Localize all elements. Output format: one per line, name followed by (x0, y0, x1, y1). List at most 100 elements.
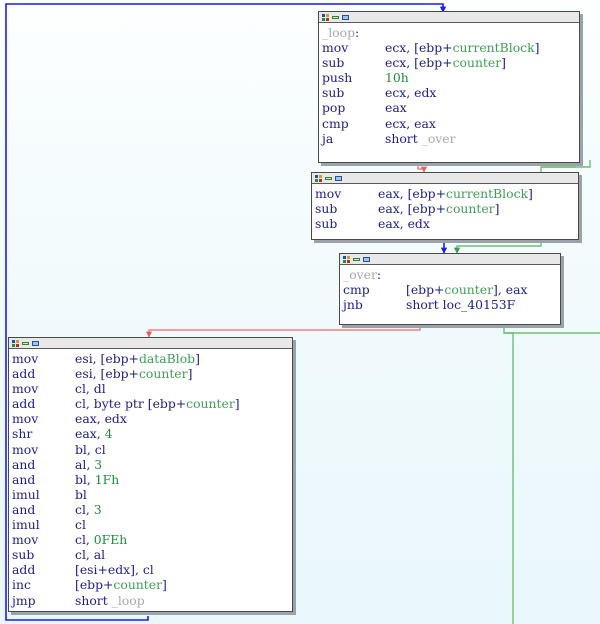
asm-line[interactable]: add [esi+edx], cl (12, 562, 292, 577)
asm-operand-var: currentBlock (452, 40, 535, 56)
asm-mnemonic: sub (315, 201, 338, 217)
asm-line[interactable]: shr eax, 4 (12, 426, 292, 441)
asm-operand-op: bl, cl (75, 441, 106, 457)
asm-mnemonic: shr (12, 426, 33, 442)
asm-mnemonic: ja (322, 130, 334, 146)
asm-operand-op: ] (501, 55, 507, 71)
asm-operand-op: ] (494, 201, 500, 217)
asm-operand-op: cl, byte ptr [ebp+ (75, 396, 187, 412)
node-code: mov esi, [ebp+dataBlob] add esi, [ebp+count… (9, 349, 292, 611)
asm-line[interactable]: jmp short _loop (12, 593, 292, 608)
asm-operand-num: 4 (104, 426, 113, 442)
graph-overview-icon[interactable] (12, 339, 19, 347)
asm-operand-var: counter (444, 282, 494, 298)
asm-line[interactable]: mov eax, [ebp+currentBlock] (315, 186, 578, 201)
asm-operand-var: currentBlock (446, 186, 529, 201)
asm-line[interactable]: sub cl, al (12, 547, 292, 562)
asm-mnemonic: sub (315, 216, 338, 232)
asm-mnemonic: sub (322, 55, 345, 71)
node-collapse-icon[interactable] (22, 340, 29, 347)
asm-operand-var: dataBlob (138, 351, 196, 366)
basic-block-loop[interactable]: _loop: mov ecx, [ebp+currentBlock] sub ecx, … (318, 11, 580, 163)
asm-operand-op: eax, [ebp+ (378, 186, 446, 201)
asm-line[interactable]: _loop: (322, 25, 579, 40)
node-titlebar[interactable] (9, 338, 292, 349)
asm-line[interactable]: push 10h (322, 70, 579, 85)
asm-line[interactable]: imul cl (12, 517, 292, 532)
asm-operand-op: cl, (75, 501, 94, 517)
asm-line[interactable]: add esi, [ebp+counter] (12, 366, 292, 381)
asm-label: _over (343, 267, 377, 282)
graph-overview-icon[interactable] (343, 255, 350, 263)
asm-line[interactable]: cmp ecx, eax (322, 116, 579, 131)
asm-line[interactable]: add cl, byte ptr [ebp+counter] (12, 396, 292, 411)
asm-line[interactable]: jnb short loc_40153F (343, 297, 560, 312)
node-code: mov eax, [ebp+currentBlock] sub eax, [ebp+c… (312, 184, 578, 234)
asm-operand-op: cl, al (75, 547, 106, 563)
node-titlebar[interactable] (312, 173, 578, 184)
graph-overview-icon[interactable] (315, 174, 322, 182)
asm-operand-op: short (385, 130, 422, 146)
asm-line[interactable]: imul bl (12, 487, 292, 502)
asm-mnemonic: jmp (12, 592, 36, 608)
asm-operand-op: cl (75, 517, 86, 533)
graph-overview-icon[interactable] (322, 13, 329, 21)
asm-operand-op: [ebp+ (406, 282, 445, 298)
asm-line[interactable]: _over: (343, 267, 560, 282)
asm-operand-tgt[interactable]: _over (422, 131, 456, 146)
asm-line[interactable]: mov cl, dl (12, 381, 292, 396)
node-titlebar[interactable] (340, 254, 560, 265)
asm-line[interactable]: and al, 3 (12, 457, 292, 472)
asm-line[interactable]: mov esi, [ebp+dataBlob] (12, 351, 292, 366)
node-properties-icon[interactable] (32, 340, 39, 347)
node-collapse-icon[interactable] (325, 175, 332, 182)
asm-line[interactable]: mov ecx, [ebp+currentBlock] (322, 40, 579, 55)
asm-line[interactable]: sub ecx, edx (322, 85, 579, 100)
asm-operand-op: ecx, [ebp+ (385, 55, 453, 71)
node-properties-icon[interactable] (342, 14, 349, 21)
asm-operand-var: counter (452, 55, 502, 71)
asm-line[interactable]: pop eax (322, 100, 579, 115)
asm-line[interactable]: and bl, 1Fh (12, 472, 292, 487)
node-properties-icon[interactable] (335, 175, 342, 182)
asm-line[interactable]: mov bl, cl (12, 442, 292, 457)
asm-operand-op: ecx, edx (385, 85, 437, 101)
asm-line[interactable]: ja short _over (322, 131, 579, 146)
asm-mnemonic: mov (12, 381, 39, 397)
asm-mnemonic: and (12, 501, 36, 517)
asm-operand-op: eax, edx (378, 216, 430, 232)
basic-block-decrypt-body[interactable]: mov esi, [ebp+dataBlob] add esi, [ebp+count… (8, 337, 293, 612)
asm-operand-num: 10h (385, 70, 409, 86)
asm-mnemonic: mov (12, 532, 39, 548)
asm-operand-op: eax (385, 100, 407, 116)
asm-operand-var: counter (446, 201, 495, 217)
asm-line[interactable]: inc [ebp+counter] (12, 577, 292, 592)
asm-operand-op: eax, [ebp+ (378, 201, 446, 217)
asm-line[interactable]: sub eax, [ebp+counter] (315, 201, 578, 216)
node-collapse-icon[interactable] (353, 256, 360, 263)
asm-mnemonic: add (12, 396, 36, 412)
asm-line[interactable]: cmp [ebp+counter], eax (343, 282, 560, 297)
node-collapse-icon[interactable] (332, 14, 339, 21)
asm-line[interactable]: mov cl, 0FEh (12, 532, 292, 547)
asm-operand-op: ] (528, 186, 533, 201)
asm-operand-num: 3 (93, 501, 102, 517)
asm-line[interactable]: sub eax, edx (315, 216, 578, 231)
asm-line[interactable]: mov eax, edx (12, 411, 292, 426)
edge-loop-to-sub (417, 163, 428, 173)
asm-operand-loc[interactable]: loc_40153F (443, 297, 516, 312)
basic-block-over[interactable]: _over: cmp [ebp+counter], eax jnb short loc_… (339, 253, 561, 325)
asm-operand-op: cl, (75, 532, 94, 548)
asm-line[interactable]: and cl, 3 (12, 502, 292, 517)
asm-label-colon: : (355, 25, 360, 40)
asm-operand-var: counter (186, 396, 235, 412)
node-titlebar[interactable] (319, 12, 579, 23)
node-properties-icon[interactable] (363, 256, 370, 263)
asm-operand-tgt[interactable]: _loop (112, 593, 145, 608)
asm-mnemonic: cmp (322, 115, 349, 131)
graph-canvas[interactable]: _loop: mov ecx, [ebp+currentBlock] sub ecx, … (0, 0, 600, 624)
asm-mnemonic: imul (12, 486, 40, 502)
basic-block-subtract[interactable]: mov eax, [ebp+currentBlock] sub eax, [ebp+c… (311, 172, 579, 240)
asm-line[interactable]: sub ecx, [ebp+counter] (322, 55, 579, 70)
asm-label-colon: : (376, 267, 382, 282)
